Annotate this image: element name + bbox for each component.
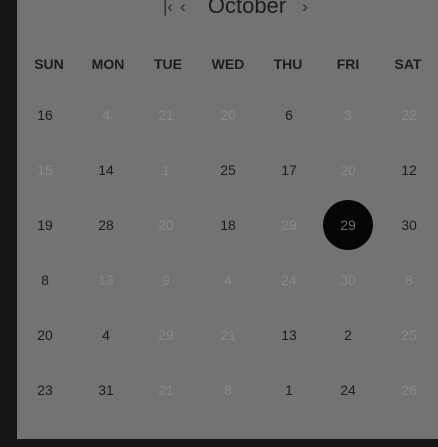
day-cell-selected[interactable]: 29 [323,200,373,250]
day-cell[interactable]: 6 [266,92,312,138]
day-cell[interactable]: 1 [143,147,189,193]
day-cell[interactable]: 30 [386,202,432,248]
day-cell[interactable]: 29 [143,312,189,358]
day-cell[interactable]: 4 [83,312,129,358]
day-cell[interactable]: 25 [386,312,432,358]
day-cell[interactable]: 12 [386,147,432,193]
calendar-panel: |‹ ‹ October › SUN MON TUE WED THU FRI S… [17,0,438,439]
day-cell[interactable]: 18 [205,202,251,248]
day-cell[interactable]: 8 [386,257,432,303]
day-cell[interactable]: 8 [205,367,251,413]
day-cell[interactable]: 16 [22,92,68,138]
day-cell[interactable]: 28 [83,202,129,248]
day-cell[interactable]: 20 [325,147,371,193]
day-cell[interactable]: 2 [325,312,371,358]
day-cell[interactable]: 17 [266,147,312,193]
day-cell[interactable]: 21 [143,92,189,138]
day-cell[interactable]: 25 [205,147,251,193]
day-cell[interactable]: 26 [386,367,432,413]
day-cell[interactable]: 29 [266,202,312,248]
day-cell[interactable]: 30 [325,257,371,303]
day-cell[interactable]: 14 [83,147,129,193]
day-cell[interactable]: 20 [143,202,189,248]
day-cell[interactable]: 13 [266,312,312,358]
bottom-bar [17,439,438,447]
day-cell[interactable]: 31 [83,367,129,413]
day-cell[interactable]: 20 [205,92,251,138]
day-cell[interactable]: 13 [83,257,129,303]
day-cell[interactable]: 23 [22,367,68,413]
day-cell[interactable]: 8 [22,257,68,303]
day-cell[interactable]: 21 [143,367,189,413]
day-cell[interactable]: 15 [22,147,68,193]
day-cell[interactable]: 9 [143,257,189,303]
day-cell[interactable]: 22 [386,92,432,138]
day-cell[interactable]: 24 [325,367,371,413]
day-cell[interactable]: 20 [22,312,68,358]
day-grid: 16 4 21 20 6 3 22 15 14 1 25 17 20 12 19 28 20 18 29 29 30 8 1… [17,0,438,439]
day-cell[interactable]: 3 [325,92,371,138]
day-cell[interactable]: 4 [205,257,251,303]
day-cell[interactable]: 19 [22,202,68,248]
day-cell[interactable]: 21 [205,312,251,358]
day-cell[interactable]: 24 [266,257,312,303]
day-cell[interactable]: 1 [266,367,312,413]
day-cell[interactable]: 4 [83,92,129,138]
